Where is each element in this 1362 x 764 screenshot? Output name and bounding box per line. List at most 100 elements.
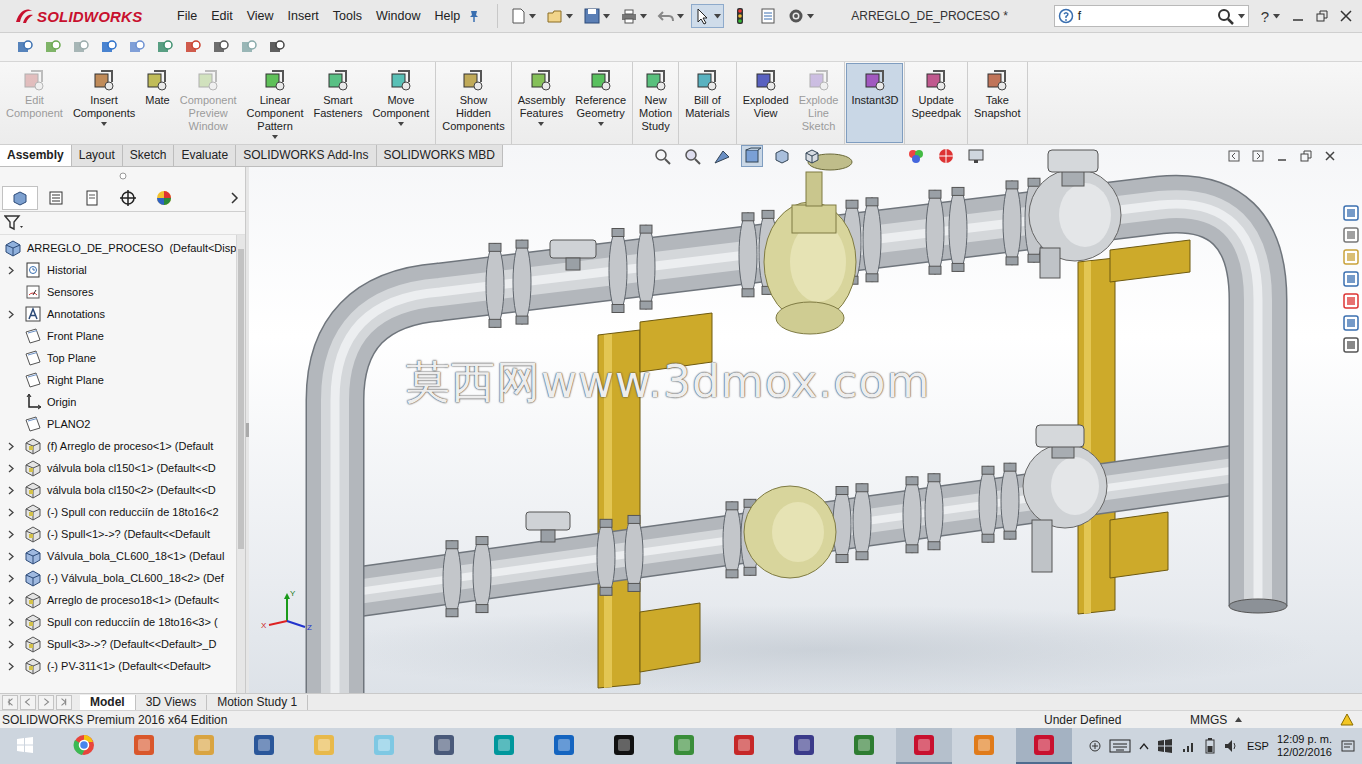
- clock-date[interactable]: 12/02/2016: [1277, 746, 1332, 759]
- chevron-right-icon[interactable]: [229, 192, 239, 204]
- quick-tool[interactable]: [506, 4, 539, 28]
- view-tool[interactable]: [935, 145, 957, 167]
- app-icon[interactable]: [672, 733, 696, 757]
- scroll-arrow-icon[interactable]: [41, 696, 51, 708]
- command-icon[interactable]: [924, 68, 948, 92]
- taskbar-app[interactable]: [116, 728, 172, 764]
- toolbar-tool-icon[interactable]: [128, 38, 146, 56]
- command-icon[interactable]: [196, 68, 220, 92]
- expand-arrow[interactable]: [4, 285, 18, 299]
- feature-manager-tab[interactable]: [74, 186, 110, 210]
- taskbar-app[interactable]: [716, 728, 772, 764]
- expand-arrow[interactable]: [4, 615, 18, 629]
- command-label[interactable]: View: [754, 107, 778, 120]
- command-label[interactable]: Assembly: [518, 94, 566, 107]
- command-label[interactable]: Mate: [145, 94, 169, 107]
- tool-icon[interactable]: [620, 7, 638, 25]
- command-icon[interactable]: [22, 68, 46, 92]
- expand-arrow[interactable]: [4, 461, 18, 475]
- app-icon[interactable]: [1032, 733, 1056, 757]
- dropdown-arrow-icon[interactable]: [640, 14, 647, 19]
- task-pane-icon[interactable]: [1343, 293, 1359, 309]
- tree-item[interactable]: Spull<3>->? (Default<<Default>_D: [0, 633, 236, 655]
- command-button[interactable]: UpdateSpeedpak: [906, 63, 966, 143]
- expand-arrow-icon[interactable]: [8, 618, 14, 627]
- tree-label[interactable]: Sensores: [47, 286, 93, 298]
- expand-arrow[interactable]: [4, 373, 18, 387]
- expand-arrow[interactable]: [4, 263, 18, 277]
- action-center-icon[interactable]: [1157, 738, 1173, 754]
- menu-item[interactable]: Tools: [326, 9, 369, 23]
- tool-icon[interactable]: [731, 7, 749, 25]
- minimize-icon[interactable]: [1292, 10, 1304, 22]
- app-icon[interactable]: [192, 733, 216, 757]
- app-icon[interactable]: [552, 733, 576, 757]
- command-button[interactable]: ExplodeLineSketch: [794, 63, 844, 143]
- tool-icon[interactable]: [657, 7, 675, 25]
- tree-label[interactable]: (-) Válvula_bola_CL600_18<2> (Def: [47, 572, 224, 584]
- graphics-area[interactable]: 莫西网www.3dmox.comYXZ: [249, 167, 1340, 693]
- command-icon[interactable]: [863, 68, 887, 92]
- scroll-button[interactable]: [2, 695, 18, 710]
- quick-tool[interactable]: [691, 4, 724, 28]
- command-button[interactable]: NewMotionStudy: [634, 63, 677, 143]
- taskbar-app[interactable]: [536, 728, 592, 764]
- model-tab[interactable]: Motion Study 1: [207, 695, 308, 710]
- command-button[interactable]: ExplodedView: [738, 63, 794, 143]
- app-icon[interactable]: [312, 733, 336, 757]
- panel-tab-icon[interactable]: [119, 189, 137, 207]
- rebuild-icon[interactable]: [1340, 713, 1354, 727]
- scroll-button[interactable]: [56, 695, 72, 710]
- restore-icon[interactable]: [1316, 10, 1328, 22]
- view-tool-icon[interactable]: [683, 147, 701, 165]
- minimize-icon[interactable]: [1276, 150, 1288, 162]
- plane-icon[interactable]: [24, 415, 42, 433]
- command-label[interactable]: Smart: [323, 94, 352, 107]
- command-button[interactable]: TakeSnapshot: [969, 63, 1025, 143]
- expand-arrow-icon[interactable]: [8, 508, 14, 517]
- tree-label[interactable]: Arreglo de proceso18<1> (Default<: [47, 594, 219, 606]
- command-tab[interactable]: SOLIDWORKS Add-Ins: [236, 145, 376, 166]
- toolbar-tool-icon[interactable]: [44, 38, 62, 56]
- command-button[interactable]: Bill ofMaterials: [680, 63, 735, 143]
- tree-label[interactable]: válvula bola cl150<2> (Default<<D: [47, 484, 216, 496]
- view-tool-icon[interactable]: [937, 147, 955, 165]
- tool-icon[interactable]: [694, 7, 712, 25]
- tool-icon[interactable]: [759, 7, 777, 25]
- expand-arrow-icon[interactable]: [8, 574, 14, 583]
- command-icon[interactable]: [263, 68, 287, 92]
- command-label[interactable]: Take: [986, 94, 1009, 107]
- app-icon[interactable]: [732, 733, 756, 757]
- toolbar-tool-icon[interactable]: [184, 38, 202, 56]
- language-indicator[interactable]: ESP: [1247, 740, 1269, 752]
- menu-item[interactable]: Insert: [281, 9, 326, 23]
- assembly-icon[interactable]: [24, 503, 42, 521]
- taskbar-app[interactable]: [836, 728, 892, 764]
- tree-label[interactable]: Historial: [47, 264, 87, 276]
- battery-icon[interactable]: [1205, 738, 1215, 754]
- dropdown-arrow-icon[interactable]: [677, 14, 684, 19]
- command-label[interactable]: Move: [387, 94, 414, 107]
- start-button[interactable]: [0, 728, 50, 764]
- command-button[interactable]: MoveComponent: [367, 63, 434, 143]
- task-pane-icon[interactable]: [1343, 337, 1359, 353]
- dropdown-arrow-icon[interactable]: [598, 122, 604, 126]
- scroll-arrow-icon[interactable]: [59, 696, 69, 708]
- command-label[interactable]: Edit: [25, 94, 44, 107]
- command-icon[interactable]: [145, 68, 169, 92]
- scroll-button[interactable]: [38, 695, 54, 710]
- command-label[interactable]: Features: [520, 107, 563, 120]
- windows-logo-icon[interactable]: [16, 736, 34, 754]
- history-icon[interactable]: [24, 261, 42, 279]
- expand-arrow[interactable]: [4, 483, 18, 497]
- toolbar-tool-icon[interactable]: [212, 38, 230, 56]
- taskbar-app[interactable]: [356, 728, 412, 764]
- command-button[interactable]: Instant3D: [846, 63, 903, 143]
- expand-arrow-icon[interactable]: [8, 530, 14, 539]
- tree-label[interactable]: Spull con reducciín de 18to16<3> (: [47, 616, 218, 628]
- tree-item[interactable]: Origin: [0, 391, 236, 413]
- command-label[interactable]: Component: [6, 107, 63, 120]
- command-button[interactable]: SmartFasteners: [308, 63, 367, 143]
- command-label[interactable]: Sketch: [802, 120, 836, 133]
- task-pane-icon[interactable]: [1343, 315, 1359, 331]
